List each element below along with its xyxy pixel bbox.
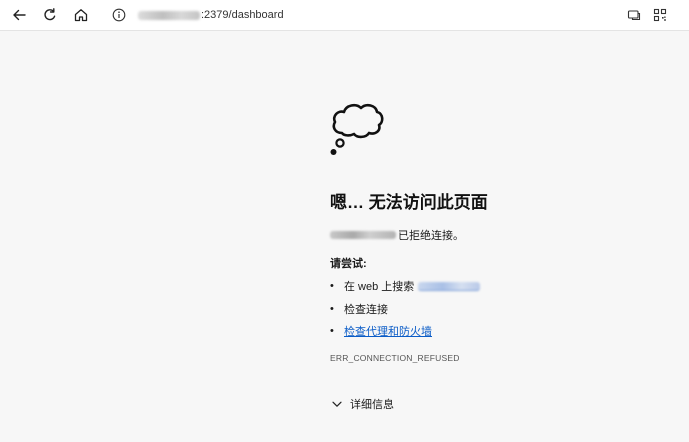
check-connection-text: 检查连接 — [344, 304, 388, 316]
ip-address-redacted — [330, 231, 396, 239]
details-toggle[interactable]: 详细信息 — [332, 396, 394, 412]
reading-view-icon[interactable] — [627, 8, 641, 22]
chevron-down-icon — [332, 401, 342, 407]
error-title: 嗯… 无法访问此页面 — [330, 193, 488, 212]
check-proxy-firewall-link[interactable]: 检查代理和防火墙 — [344, 323, 432, 339]
home-icon — [74, 9, 88, 22]
suggestion-check-proxy: • 检查代理和防火墙 — [330, 323, 432, 339]
url-host-redacted — [138, 10, 200, 20]
address-bar[interactable]: :2379/dashboard — [104, 3, 684, 27]
bullet: • — [330, 303, 334, 315]
back-button[interactable] — [8, 4, 30, 26]
refused-text: 已拒绝连接。 — [398, 230, 464, 242]
thought-cloud-icon — [330, 103, 384, 155]
bullet: • — [330, 280, 334, 292]
qr-code-icon[interactable] — [653, 8, 667, 22]
search-web-link[interactable] — [418, 281, 481, 291]
url-text[interactable]: :2379/dashboard — [138, 7, 284, 23]
home-button[interactable] — [70, 4, 92, 26]
connection-refused-message: 已拒绝连接。 — [330, 227, 464, 243]
back-arrow-icon — [13, 9, 26, 21]
refresh-button[interactable] — [39, 4, 61, 26]
try-label: 请尝试: — [330, 258, 367, 270]
browser-toolbar: :2379/dashboard — [0, 0, 689, 31]
details-label: 详细信息 — [350, 399, 394, 411]
suggestion-check-connection: • 检查连接 — [330, 301, 388, 317]
bullet: • — [330, 325, 334, 337]
error-code: ERR_CONNECTION_REFUSED — [330, 353, 460, 363]
suggestion-search: • 在 web 上搜索 — [330, 278, 481, 294]
search-prefix: 在 web 上搜索 — [344, 281, 415, 293]
url-suffix: :2379/dashboard — [201, 9, 284, 21]
refresh-icon — [44, 8, 56, 21]
info-icon[interactable] — [112, 8, 126, 22]
